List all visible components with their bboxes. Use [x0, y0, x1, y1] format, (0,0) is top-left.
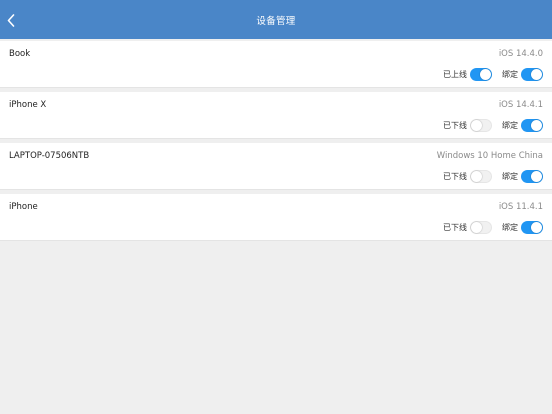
online-status-toggle[interactable]	[470, 68, 492, 81]
device-card: Book iOS 14.4.0 已上线 绑定	[0, 41, 552, 88]
bind-toggle[interactable]	[521, 119, 543, 132]
page-title: 设备管理	[256, 15, 296, 27]
device-controls: 已上线 绑定	[443, 68, 543, 81]
toggle-knob	[471, 120, 482, 131]
bind-label: 绑定	[502, 223, 518, 232]
device-list: Book iOS 14.4.0 已上线 绑定 iPhone X iOS 14.4…	[0, 39, 552, 241]
device-card: LAPTOP-07506NTB Windows 10 Home China 已下…	[0, 143, 552, 190]
toggle-knob	[531, 222, 542, 233]
device-os-version: Windows 10 Home China	[436, 151, 543, 161]
online-status-label: 已下线	[443, 223, 467, 232]
device-name: LAPTOP-07506NTB	[9, 151, 90, 161]
chevron-left-icon	[7, 13, 15, 27]
toggle-knob	[531, 69, 542, 80]
navigation-bar: 设备管理	[0, 0, 552, 39]
device-os-version: iOS 14.4.0	[498, 49, 543, 59]
online-status-label: 已上线	[443, 70, 467, 79]
device-name: iPhone X	[9, 100, 47, 110]
device-controls: 已下线 绑定	[443, 221, 543, 234]
online-status-toggle[interactable]	[470, 221, 492, 234]
toggle-knob	[471, 222, 482, 233]
device-name: Book	[9, 49, 31, 59]
device-controls: 已下线 绑定	[443, 119, 543, 132]
toggle-knob	[531, 171, 542, 182]
toggle-knob	[531, 120, 542, 131]
bind-label: 绑定	[502, 121, 518, 130]
bind-toggle[interactable]	[521, 68, 543, 81]
device-os-version: iOS 11.4.1	[498, 202, 543, 212]
device-name: iPhone	[9, 202, 38, 212]
bind-toggle[interactable]	[521, 221, 543, 234]
bind-toggle[interactable]	[521, 170, 543, 183]
online-status-toggle[interactable]	[470, 119, 492, 132]
device-os-version: iOS 14.4.1	[498, 100, 543, 110]
online-status-label: 已下线	[443, 172, 467, 181]
bind-label: 绑定	[502, 70, 518, 79]
toggle-knob	[480, 69, 491, 80]
toggle-knob	[471, 171, 482, 182]
back-button[interactable]	[3, 9, 19, 31]
online-status-toggle[interactable]	[470, 170, 492, 183]
device-card: iPhone X iOS 14.4.1 已下线 绑定	[0, 92, 552, 139]
device-card: iPhone iOS 11.4.1 已下线 绑定	[0, 194, 552, 241]
device-controls: 已下线 绑定	[443, 170, 543, 183]
online-status-label: 已下线	[443, 121, 467, 130]
bind-label: 绑定	[502, 172, 518, 181]
